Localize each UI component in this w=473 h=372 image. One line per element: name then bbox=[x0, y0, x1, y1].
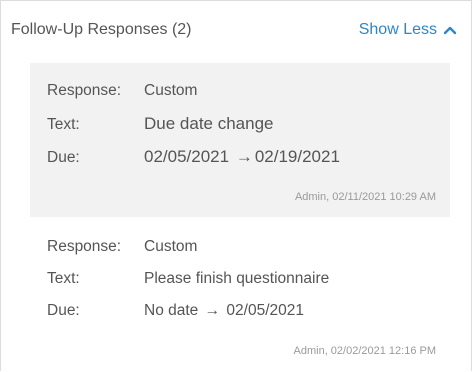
arrow-right-icon: → bbox=[235, 147, 253, 166]
due-label: Due: bbox=[47, 149, 80, 166]
response-meta: Admin, 02/11/2021 10:29 AM bbox=[294, 191, 436, 203]
due-row: Due: 02/05/2021 → 02/19/2021 bbox=[47, 147, 340, 167]
chevron-up-icon[interactable] bbox=[443, 23, 457, 37]
panel-header: Follow-Up Responses (2) Show Less bbox=[1, 1, 471, 63]
response-row: Response: Custom bbox=[47, 82, 197, 100]
due-value: No date → 02/05/2021 bbox=[144, 302, 304, 320]
arrow-right-icon: → bbox=[204, 302, 221, 319]
due-row: Due: No date → 02/05/2021 bbox=[47, 302, 304, 320]
response-meta: Admin, 02/02/2021 12:16 PM bbox=[293, 345, 436, 357]
response-row: Response: Custom bbox=[47, 238, 197, 256]
text-value: Due date change bbox=[144, 114, 274, 133]
text-label: Text: bbox=[47, 270, 80, 287]
response-value: Custom bbox=[144, 82, 198, 99]
response-card: Response: Custom Text: Due date change Due… bbox=[30, 63, 450, 217]
text-value: Please finish questionnaire bbox=[144, 270, 330, 287]
panel-title: Follow-Up Responses (2) bbox=[11, 21, 192, 38]
show-less-label[interactable]: Show Less bbox=[359, 21, 437, 39]
response-card: Response: Custom Text: Please finish quest… bbox=[30, 221, 450, 372]
text-label: Text: bbox=[47, 116, 80, 133]
follow-up-responses-panel: Follow-Up Responses (2) Show Less Respon… bbox=[0, 0, 472, 372]
response-label: Response: bbox=[47, 82, 122, 99]
due-from: 02/05/2021 bbox=[144, 147, 230, 166]
response-value: Custom bbox=[144, 238, 198, 255]
due-to: 02/19/2021 bbox=[254, 147, 340, 166]
text-row: Text: Due date change bbox=[47, 114, 274, 134]
text-row: Text: Please finish questionnaire bbox=[47, 270, 329, 288]
due-label: Due: bbox=[47, 302, 80, 319]
due-value: 02/05/2021 → 02/19/2021 bbox=[144, 147, 340, 167]
response-label: Response: bbox=[47, 238, 122, 255]
due-to: 02/05/2021 bbox=[226, 302, 304, 319]
due-from: No date bbox=[144, 302, 199, 319]
show-less-toggle[interactable]: Show Less bbox=[359, 21, 457, 39]
